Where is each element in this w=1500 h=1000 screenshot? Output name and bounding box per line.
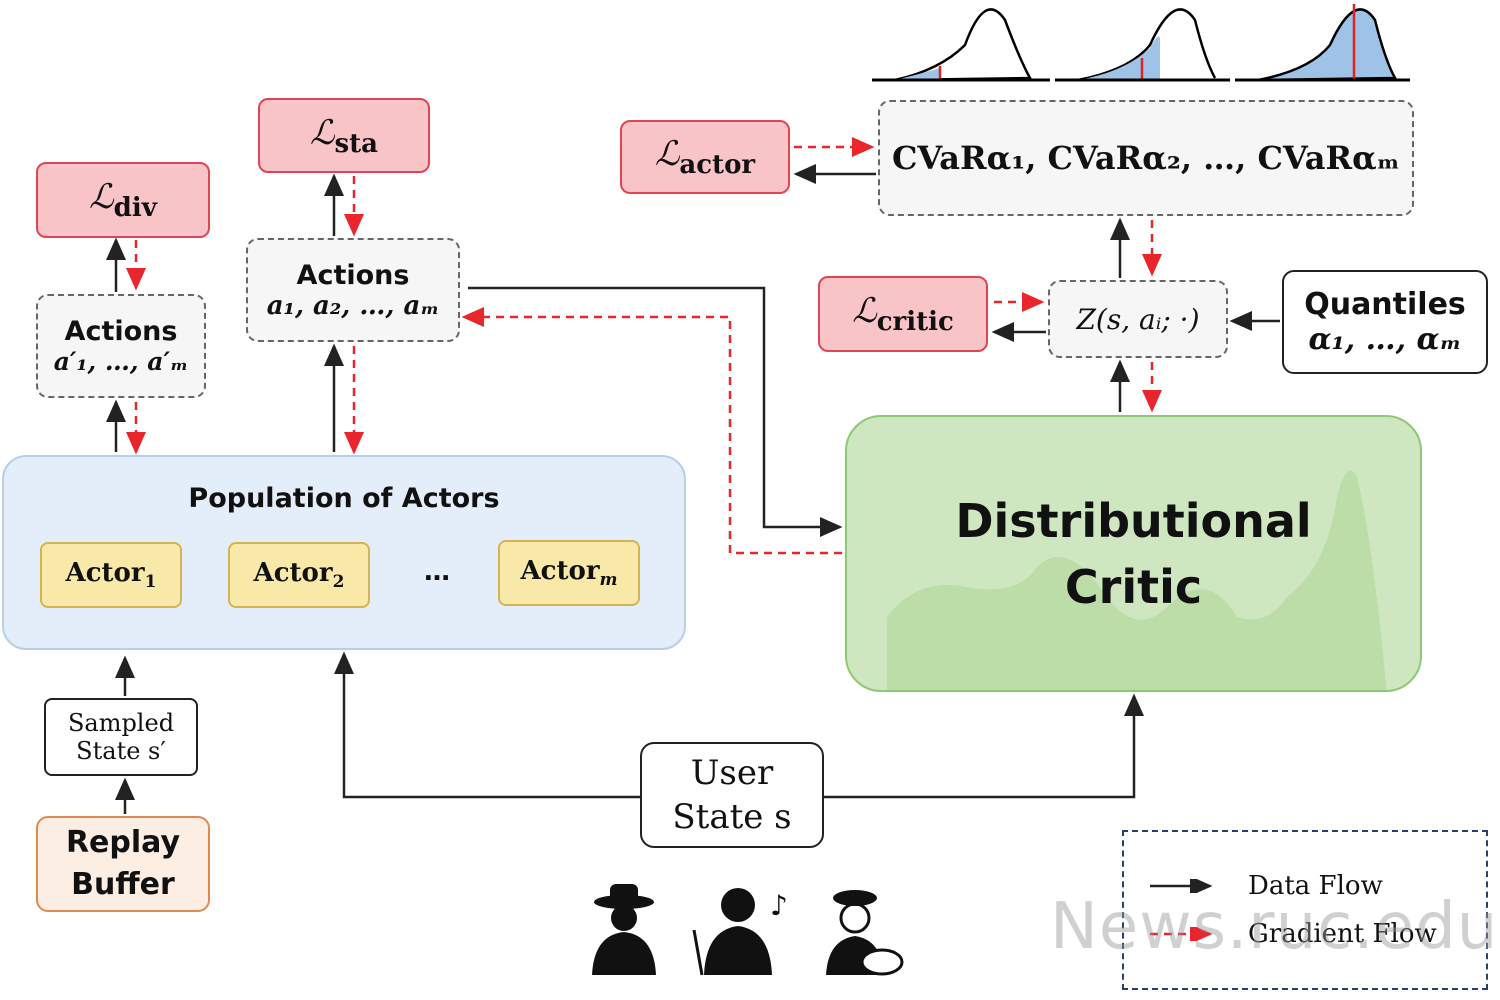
sampled-state-line2: State s′	[76, 737, 166, 765]
z-distribution-text: Z(s, aᵢ; ·)	[1076, 302, 1200, 336]
actor-m: Actorm	[498, 540, 640, 606]
cvar-box: CVaRα₁, CVaRα₂, …, CVaRαₘ	[878, 100, 1414, 216]
actions-prime-math: a′₁, …, a′ₘ	[53, 347, 189, 376]
distribution-2	[1055, 8, 1230, 82]
distribution-plots	[872, 4, 1410, 82]
quantiles-box: Quantiles α₁, …, αₘ	[1282, 270, 1488, 374]
replay-buffer-box: Replay Buffer	[36, 816, 210, 912]
actor-label: Actor	[520, 555, 600, 586]
actions-title: Actions	[296, 259, 410, 291]
loss-actor-box: ℒactor	[620, 120, 790, 194]
loss-symbol: ℒ	[89, 177, 114, 217]
watermark: News.ruc.edu.cn	[1050, 890, 1500, 964]
replay-buffer-line1: Replay	[65, 825, 181, 860]
actor-sub: 2	[332, 572, 345, 593]
sampled-state-box: Sampled State s′	[44, 698, 198, 776]
population-title: Population of Actors	[188, 483, 500, 514]
distribution-1	[872, 8, 1050, 82]
loss-subscript: sta	[334, 128, 379, 159]
actions-box: Actions a₁, a₂, …, aₘ	[246, 238, 460, 342]
loss-subscript: critic	[876, 307, 954, 337]
loss-symbol: ℒ	[852, 291, 877, 331]
actions-prime-box: Actions a′₁, …, a′ₘ	[36, 294, 206, 398]
replay-buffer-line2: Buffer	[71, 867, 175, 902]
user-state-box: User State s	[640, 742, 824, 848]
quantiles-math: α₁, …, αₘ	[1308, 322, 1462, 357]
loss-div-box: ℒdiv	[36, 162, 210, 238]
loss-subscript: div	[113, 193, 157, 223]
loss-critic-box: ℒcritic	[818, 276, 988, 352]
critic-title-line1: Distributional	[955, 493, 1312, 548]
actor-label: Actor	[253, 557, 333, 588]
z-distribution-box: Z(s, aᵢ; ·)	[1048, 280, 1228, 358]
sampled-state-line1: Sampled	[67, 709, 175, 737]
loss-sta-box: ℒsta	[258, 98, 430, 173]
loss-symbol: ℒ	[310, 112, 335, 153]
distribution-3	[1235, 4, 1410, 82]
user-state-line2: State s	[672, 797, 792, 837]
actor-1: Actor1	[40, 542, 182, 608]
actor-sub: m	[599, 570, 618, 591]
actions-math: a₁, a₂, …, aₘ	[266, 290, 440, 321]
diagram: ℒdiv ℒsta ℒactor ℒcritic Actions a′₁, …,…	[0, 0, 1500, 1000]
actor-2: Actor2	[228, 542, 370, 608]
actor-label: Actor	[65, 557, 145, 588]
cvar-text: CVaRα₁, CVaRα₂, …, CVaRαₘ	[891, 139, 1401, 177]
user-state-line1: User	[690, 753, 774, 793]
loss-subscript: actor	[679, 150, 756, 180]
loss-symbol: ℒ	[654, 134, 680, 174]
actions-prime-title: Actions	[64, 316, 178, 347]
actors-ellipsis: …	[424, 557, 450, 587]
critic-title-line2: Critic	[1064, 559, 1203, 614]
actor-sub: 1	[144, 572, 157, 593]
quantiles-title: Quantiles	[1304, 287, 1466, 322]
distributional-critic: Distributional Critic	[845, 415, 1422, 692]
